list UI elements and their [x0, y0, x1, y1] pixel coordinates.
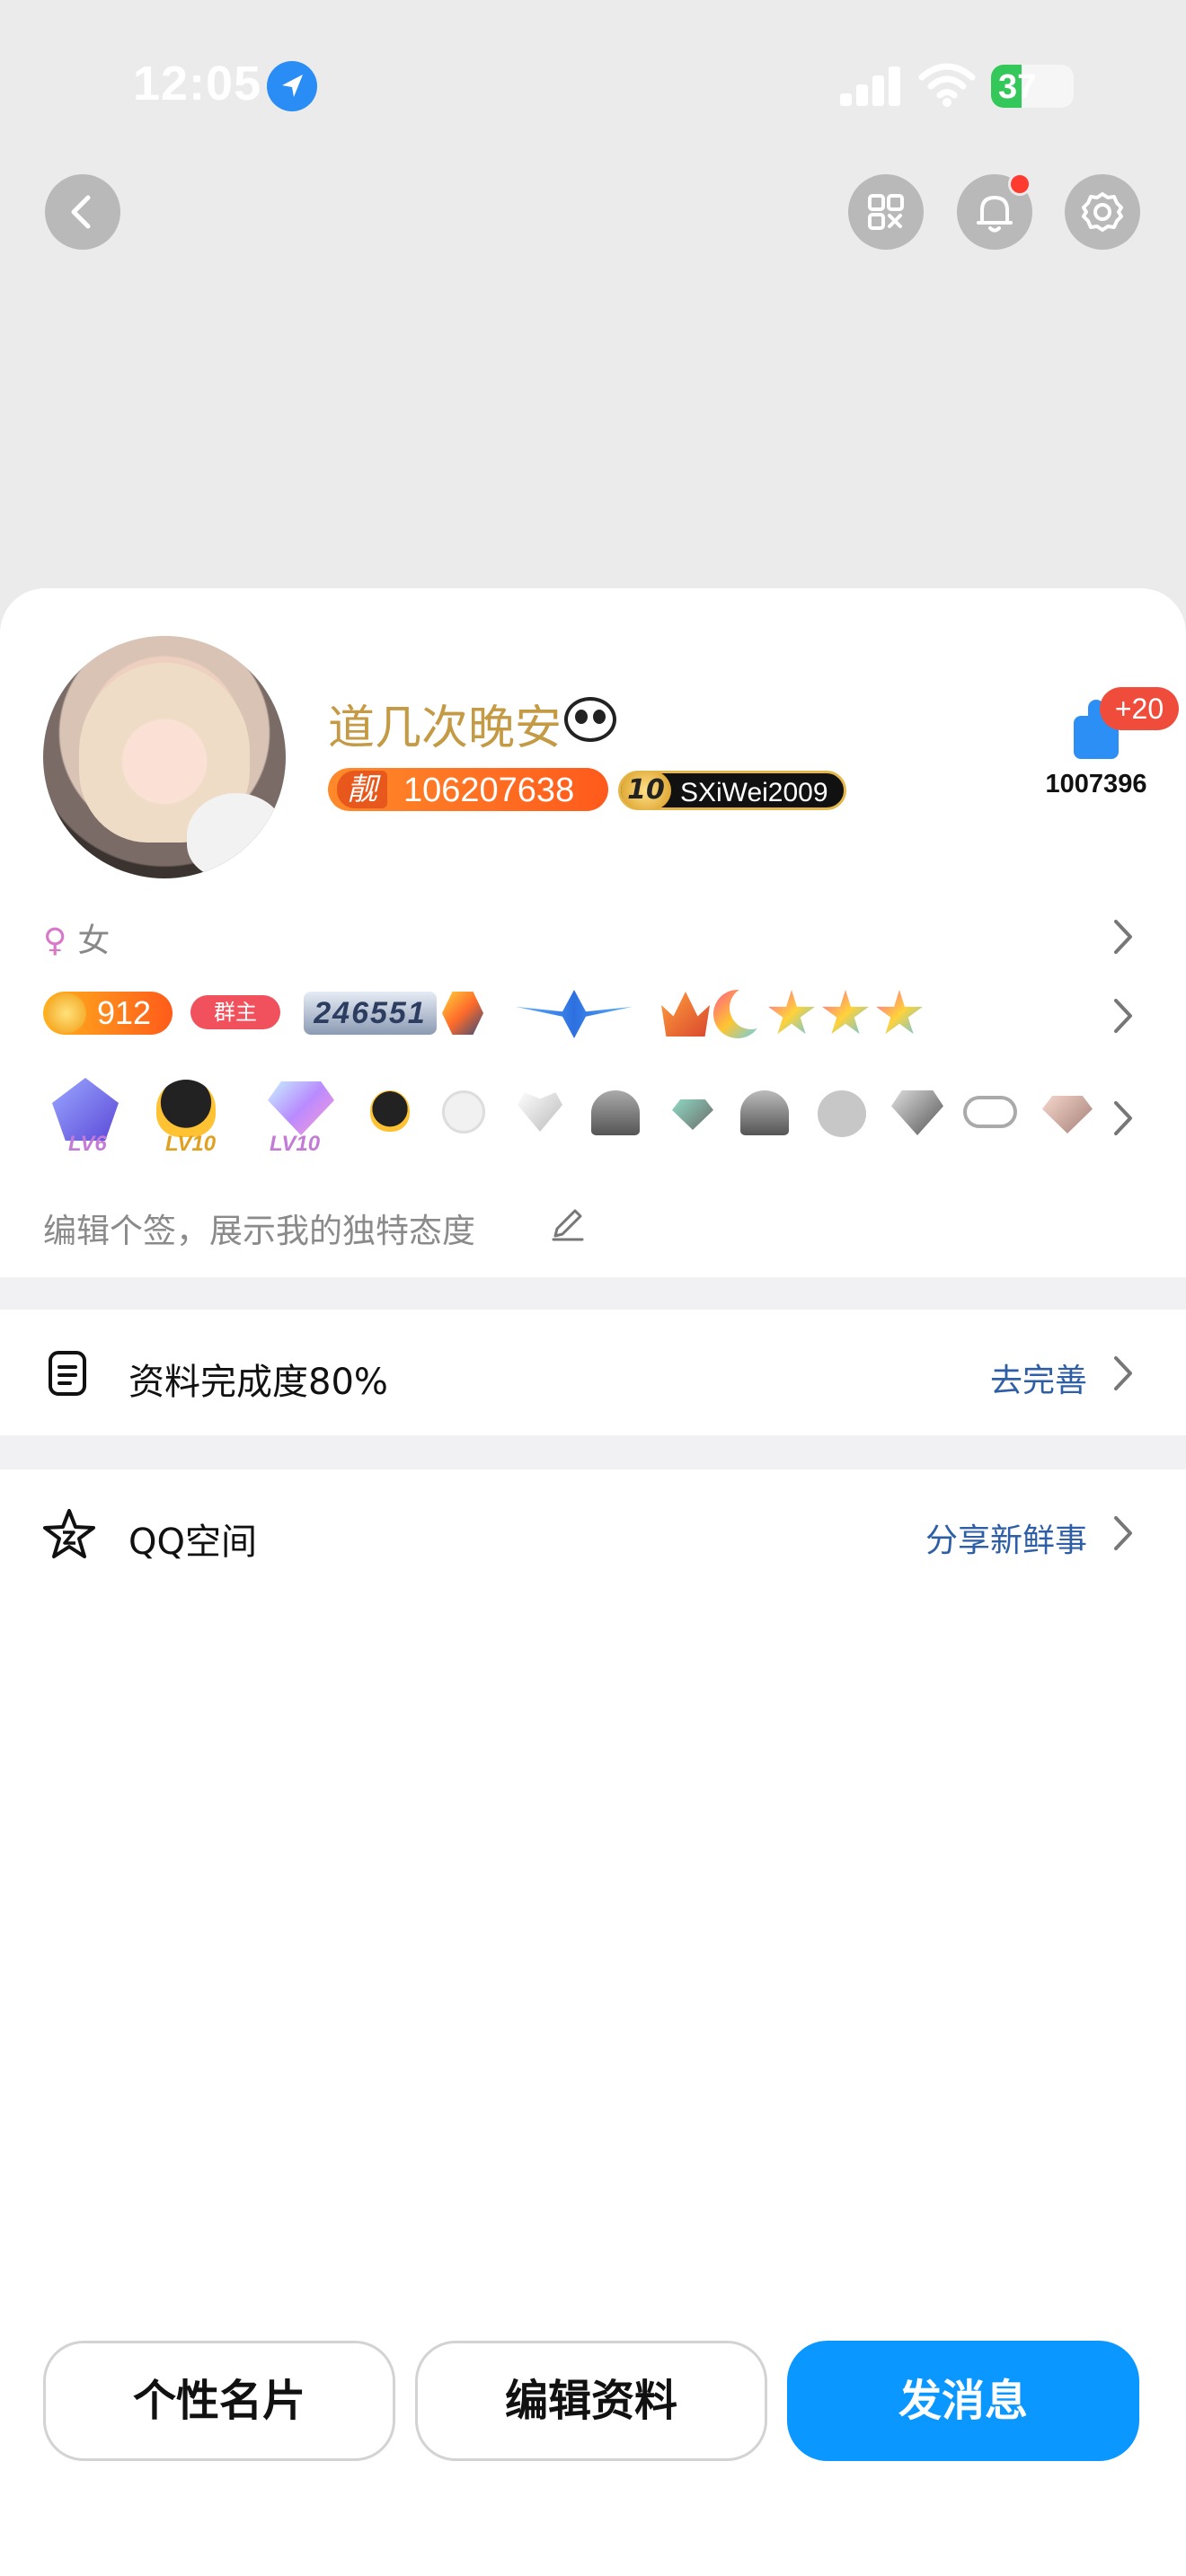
- level-label: LV10: [165, 1132, 217, 1156]
- qq-penguin-crown-icon: [156, 1080, 216, 1137]
- status-time: 12:05: [133, 57, 262, 110]
- chevron-right-icon: [1114, 1356, 1132, 1390]
- round-face-icon: [442, 1090, 485, 1134]
- female-icon: ♀: [43, 922, 67, 959]
- vip-icon-row[interactable]: LV6 LV10 LV10: [43, 1072, 1148, 1171]
- crown-icon: [661, 992, 710, 1037]
- rose-diamond-icon: [1042, 1096, 1093, 1134]
- avatar[interactable]: [43, 636, 286, 878]
- vip-name: SXiWei2009: [680, 778, 828, 807]
- cellular-signal-icon: [840, 65, 903, 106]
- status-bar: 12:05 37: [0, 0, 1186, 171]
- battery-level: 37: [998, 68, 1037, 106]
- chevron-left-icon: [71, 195, 91, 229]
- profile-card-button[interactable]: 个性名片: [43, 2341, 395, 2461]
- badge-row[interactable]: 912 群主 246551: [43, 986, 1148, 1044]
- qq-number-badge[interactable]: 靓 106207638: [328, 768, 608, 811]
- vip-level: 10: [621, 771, 671, 810]
- vip-badge[interactable]: 10 SXiWei2009: [618, 771, 846, 810]
- chevron-right-icon: [1114, 999, 1132, 1033]
- section-divider: [0, 1277, 1186, 1310]
- penguin-gray-icon: [740, 1090, 789, 1135]
- nickname: 道几次晚安: [328, 701, 562, 755]
- panda-emoji-icon: [564, 697, 616, 742]
- star-icon: [768, 990, 815, 1035]
- group-owner-badge: 群主: [190, 995, 280, 1029]
- notification-dot: [1008, 172, 1031, 196]
- qzone-label: QQ空间: [128, 1522, 257, 1563]
- chevron-right-icon: [1114, 1516, 1132, 1550]
- wifi-icon: [918, 61, 976, 108]
- chevron-right-icon: [1114, 1101, 1132, 1135]
- signature-placeholder: 编辑个签，展示我的独特态度: [43, 1212, 475, 1250]
- level-label: LV10: [270, 1132, 321, 1156]
- pretty-number-tag: 靓: [337, 771, 387, 808]
- likes-delta-badge: +20: [1100, 687, 1179, 730]
- qq-number: 106207638: [403, 772, 575, 809]
- diamond-gray-icon: [891, 1090, 943, 1135]
- signature-edit[interactable]: 编辑个签，展示我的独特态度: [43, 1204, 1148, 1257]
- coin-badge: 912: [43, 992, 173, 1035]
- profile-completion-row[interactable]: 资料完成度80% 去完善: [0, 1310, 1186, 1435]
- document-icon: [49, 1351, 86, 1396]
- pencil-icon: [552, 1209, 584, 1241]
- likes-widget[interactable]: +20 1007396: [1033, 687, 1179, 813]
- star-icon: [822, 990, 869, 1035]
- gender-row[interactable]: ♀ 女: [43, 914, 1148, 959]
- qr-code-icon: [868, 194, 904, 230]
- hexagon-gem-icon: [442, 992, 483, 1035]
- level-label: LV6: [68, 1132, 107, 1156]
- penguin-gray-icon: [591, 1090, 640, 1135]
- gear-icon: [1082, 192, 1123, 232]
- complete-profile-link[interactable]: 去完善: [990, 1354, 1087, 1401]
- penguin-icon: [370, 1090, 410, 1132]
- diamond-icon: [268, 1081, 334, 1135]
- profile-completion-label: 资料完成度80%: [128, 1362, 388, 1403]
- cloud-icon: [963, 1096, 1017, 1128]
- send-message-button[interactable]: 发消息: [787, 2341, 1139, 2461]
- chevron-right-icon: [1114, 920, 1132, 954]
- moon-icon: [713, 986, 773, 1038]
- star-icon: [876, 990, 923, 1035]
- back-button[interactable]: [45, 174, 120, 250]
- settings-button[interactable]: [1065, 174, 1140, 250]
- grade-badge: 246551: [304, 992, 437, 1035]
- video-play-icon: [818, 1090, 866, 1137]
- location-arrow-icon: [267, 61, 317, 111]
- heart-icon: [518, 1092, 562, 1132]
- small-diamond-icon: [672, 1099, 713, 1130]
- star-outline-icon: [43, 1509, 95, 1558]
- qzone-row[interactable]: QQ空间 分享新鲜事: [0, 1469, 1186, 1595]
- gender-label: 女: [77, 922, 111, 959]
- battery-icon: 37: [991, 65, 1074, 108]
- share-news-link[interactable]: 分享新鲜事: [925, 1514, 1087, 1561]
- section-divider: [0, 1435, 1186, 1469]
- wings-badge-icon: [516, 990, 633, 1038]
- edit-profile-button[interactable]: 编辑资料: [415, 2341, 767, 2461]
- likes-count: 1007396: [1045, 770, 1147, 798]
- qr-code-button[interactable]: [848, 174, 924, 250]
